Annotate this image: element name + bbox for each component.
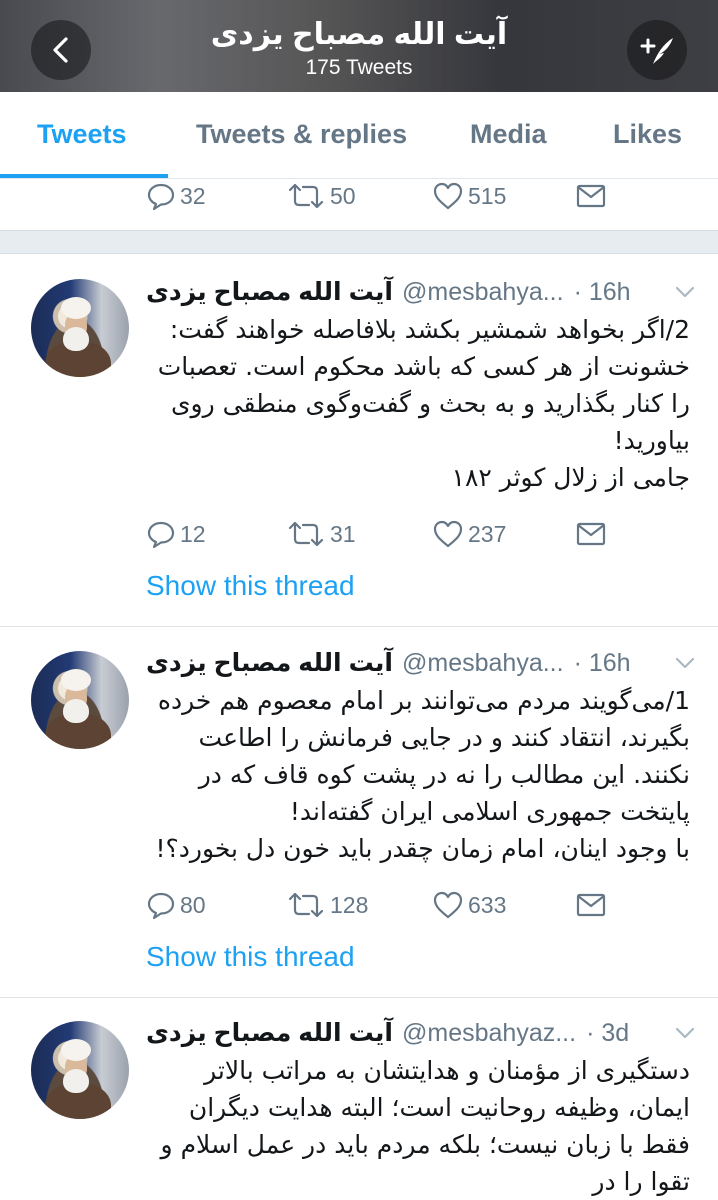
reply-button[interactable]: 32 [146, 176, 206, 216]
chevron-down-icon[interactable] [674, 654, 696, 672]
tweet-time: · 3d [586, 1018, 630, 1047]
tweet-header: آیت الله مصباح یزدی @mesbahya... · 16h [146, 646, 696, 680]
profile-header: آیت الله مصباح یزدی 175 Tweets [0, 0, 718, 92]
tweet-author-name[interactable]: آیت الله مصباح یزدی [146, 648, 393, 678]
reply-icon [147, 183, 175, 211]
tweet-header: آیت الله مصباح یزدی @mesbahyaz... · 3d [146, 1016, 696, 1050]
show-thread-link[interactable]: Show this thread [146, 940, 355, 974]
tweet-author-handle[interactable]: @mesbahya... [402, 649, 564, 678]
like-count: 633 [468, 891, 507, 918]
tab-media[interactable]: Media [470, 118, 547, 150]
tweet-actions: 12 31 237 [0, 514, 718, 554]
retweet-icon [288, 183, 324, 209]
reply-icon [147, 892, 175, 920]
tweet-author-name[interactable]: آیت الله مصباح یزدی [146, 1018, 393, 1048]
retweet-icon [288, 521, 324, 547]
tweet-author-handle[interactable]: @mesbahya... [402, 278, 564, 307]
retweet-button[interactable]: 50 [286, 176, 356, 216]
reply-count: 32 [180, 182, 206, 209]
tweet-text: دستگیری از مؤمنان و هدایتشان به مراتب با… [160, 1056, 690, 1196]
tweet-text: 1/می‌گویند مردم می‌توانند بر امام معصوم … [155, 686, 690, 863]
retweet-button[interactable]: 128 [286, 885, 368, 925]
tweet-time: · 16h [573, 277, 631, 306]
retweet-count: 31 [330, 520, 356, 547]
header-title: آیت الله مصباح یزدی [210, 18, 508, 51]
tweet-author-name[interactable]: آیت الله مصباح یزدی [146, 277, 393, 307]
share-button[interactable] [576, 514, 606, 554]
tab-tweets[interactable]: Tweets [37, 118, 127, 150]
section-separator [0, 230, 718, 254]
mail-icon [576, 184, 606, 208]
like-count: 515 [468, 182, 507, 209]
avatar[interactable] [31, 651, 129, 749]
retweet-count: 50 [330, 182, 356, 209]
tweet-divider [0, 997, 718, 998]
show-thread-link[interactable]: Show this thread [146, 569, 355, 603]
like-count: 237 [468, 520, 507, 547]
heart-icon [433, 182, 463, 210]
avatar[interactable] [31, 1021, 129, 1119]
tweet-count: 175 Tweets [305, 56, 413, 79]
tweet-divider [0, 626, 718, 627]
reply-button[interactable]: 12 [146, 514, 206, 554]
like-button[interactable]: 237 [432, 514, 506, 554]
tweet-actions: 32 50 515 [0, 176, 718, 216]
chevron-down-icon[interactable] [674, 283, 696, 301]
compose-button[interactable] [627, 20, 687, 80]
chevron-down-icon[interactable] [674, 1024, 696, 1042]
share-button[interactable] [576, 885, 606, 925]
retweet-count: 128 [330, 891, 369, 918]
tweet-author-handle[interactable]: @mesbahyaz... [402, 1019, 576, 1048]
mail-icon [576, 522, 606, 546]
reply-button[interactable]: 80 [146, 885, 206, 925]
tab-likes[interactable]: Likes [613, 118, 682, 150]
like-button[interactable]: 633 [432, 885, 506, 925]
compose-tweet-icon [640, 38, 673, 64]
heart-icon [433, 520, 463, 548]
tweet-time: · 16h [573, 648, 631, 677]
reply-icon [147, 521, 175, 549]
retweet-button[interactable]: 31 [286, 514, 356, 554]
tweet-header: آیت الله مصباح یزدی @mesbahya... · 16h [146, 275, 696, 309]
share-button[interactable] [576, 176, 606, 216]
profile-tabs: Tweets Tweets & replies Media Likes [0, 92, 718, 179]
reply-count: 80 [180, 891, 206, 918]
tweet-text: 2/اگر بخواهد شمشیر بکشد بلافاصله خواهند … [157, 315, 690, 492]
like-button[interactable]: 515 [432, 176, 506, 216]
mail-icon [576, 893, 606, 917]
retweet-icon [288, 892, 324, 918]
heart-icon [433, 891, 463, 919]
tab-tweets-replies[interactable]: Tweets & replies [196, 118, 407, 150]
tweet-actions: 80 128 633 [0, 885, 718, 925]
reply-count: 12 [180, 520, 206, 547]
avatar[interactable] [31, 279, 129, 377]
